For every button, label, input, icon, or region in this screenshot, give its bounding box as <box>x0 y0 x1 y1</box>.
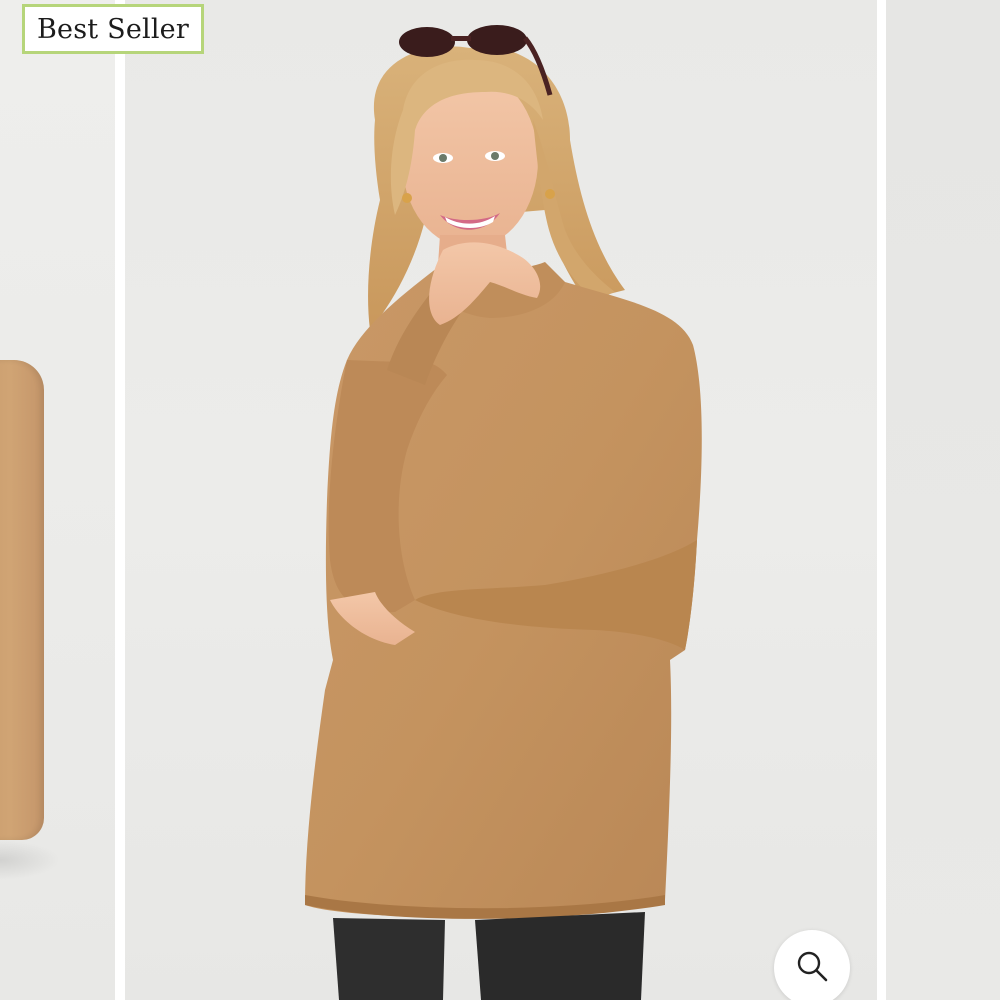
next-product-image[interactable] <box>886 0 1000 1000</box>
product-image-carousel: Best Seller <box>0 0 1000 1000</box>
right-legging <box>475 912 645 1000</box>
best-seller-label: Best Seller <box>37 13 189 45</box>
earring-left <box>402 193 412 203</box>
previous-image-shadow <box>0 840 60 880</box>
best-seller-badge: Best Seller <box>22 4 204 54</box>
earring-right <box>545 189 555 199</box>
previous-product-image[interactable] <box>0 0 115 1000</box>
previous-image-garment <box>0 360 44 840</box>
magnifier-icon <box>797 951 828 982</box>
left-legging <box>333 918 445 1000</box>
model-photo <box>305 25 702 1000</box>
left-iris <box>439 154 447 162</box>
main-product-image[interactable] <box>125 0 877 1000</box>
right-iris <box>491 152 499 160</box>
zoom-button[interactable] <box>774 930 850 1000</box>
